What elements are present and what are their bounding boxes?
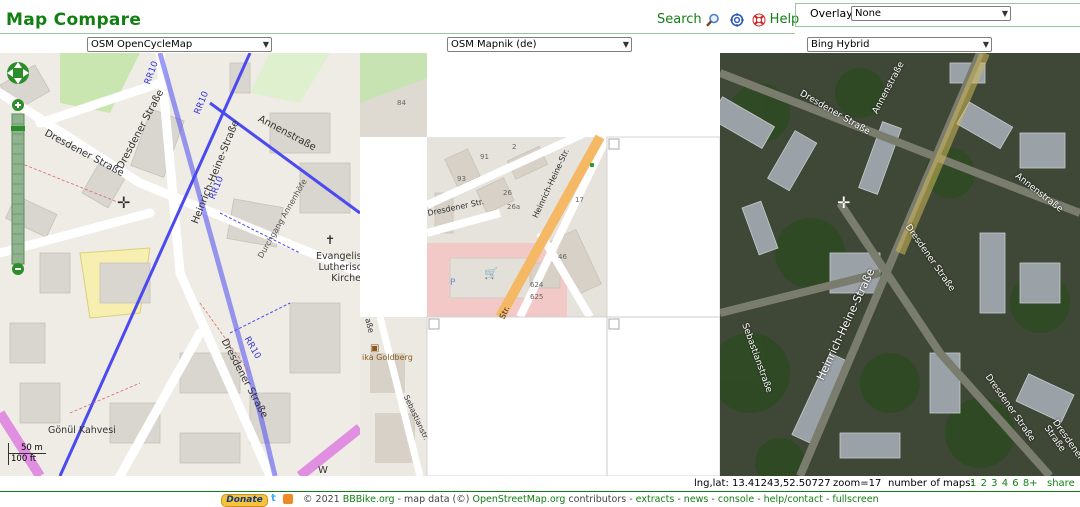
overlay-panel: Overlay: None ▼	[795, 3, 1080, 27]
target-icon[interactable]	[729, 12, 744, 27]
num-maps-2[interactable]: 2	[981, 478, 987, 489]
crosshair-icon: ✛	[837, 193, 851, 212]
scale-bar: 50 m 100 ft	[8, 443, 48, 465]
num-maps-8plus[interactable]: 8+	[1023, 478, 1038, 489]
chevron-down-icon: ▼	[622, 40, 629, 49]
osm-link[interactable]: OpenStreetMap.org	[473, 494, 566, 505]
fullscreen-link[interactable]: fullscreen	[832, 494, 878, 505]
house-number: 26	[503, 189, 512, 197]
num-maps-options: 1 2 3 4 6 8+	[970, 478, 1038, 489]
search-icon[interactable]	[705, 13, 720, 27]
house-number: 625	[530, 293, 544, 301]
header: Map Compare Search Help Overlay: None ▼	[0, 0, 1080, 34]
status-bar: lng,lat: 13.41243,52.50727 zoom=17 numbe…	[0, 478, 1080, 492]
scale-feet: 100 ft	[11, 454, 37, 464]
poi-label: ika Goldberg	[362, 353, 413, 362]
footer: Donate t © 2021 BBBike.org - map data (©…	[0, 493, 1080, 507]
church-line: Lutherische	[318, 262, 360, 273]
chevron-down-icon: ▼	[1001, 9, 1008, 18]
header-links: Search Help	[657, 12, 799, 27]
map3-select-value: Bing Hybrid	[811, 39, 870, 50]
house-number: 17	[575, 196, 584, 204]
scale-meters: 50 m	[21, 443, 43, 453]
map-opencyclemap[interactable]: Dresdener Straße Dresdener Straße Heinri…	[0, 53, 360, 476]
house-number: 91	[480, 153, 489, 161]
house-number: 624	[530, 281, 544, 289]
map2-select-value: OSM Mapnik (de)	[451, 39, 537, 50]
zoom-level: zoom=17	[833, 478, 882, 489]
num-maps-4[interactable]: 4	[1002, 478, 1008, 489]
num-maps-1[interactable]: 1	[970, 478, 976, 489]
crosshair-icon: ✛	[117, 193, 131, 212]
coords-value: 13.41243,52.50727	[732, 478, 831, 489]
header-divider	[0, 33, 795, 34]
help-contact-link[interactable]: help/contact	[764, 494, 823, 505]
help-lifebuoy-icon[interactable]	[752, 13, 766, 27]
bbbike-link[interactable]: BBBike.org	[343, 494, 395, 505]
shop-icon: 🛒	[484, 267, 498, 280]
app-title: Map Compare	[6, 10, 142, 30]
map1-select[interactable]: OSM OpenCycleMap ▼	[87, 37, 272, 52]
contributors-text: contributors -	[565, 494, 636, 505]
footer-divider	[0, 491, 1080, 492]
zoom-control[interactable]	[6, 59, 30, 275]
copyright: © 2021	[303, 494, 340, 505]
extracts-link[interactable]: extracts	[636, 494, 675, 505]
map-mapnik-de[interactable]: Dresdener Str. Heinrich-Heine-Str. Str. …	[360, 53, 720, 476]
num-maps-6[interactable]: 6	[1012, 478, 1018, 489]
overlay-label: Overlay:	[810, 7, 856, 20]
rss-icon[interactable]	[283, 494, 293, 504]
poi-label: Gönül Kahvesi	[48, 425, 116, 436]
twitter-icon[interactable]: t	[271, 493, 276, 504]
overlay-select[interactable]: None ▼	[851, 6, 1011, 21]
house-number: 84	[397, 99, 406, 107]
church-icon: ✝	[325, 233, 336, 247]
map-marker-label: W	[318, 465, 328, 476]
map2-select[interactable]: OSM Mapnik (de) ▼	[447, 37, 632, 52]
chevron-down-icon: ▼	[262, 40, 269, 49]
house-number: 46	[558, 253, 567, 261]
search-link[interactable]: Search	[657, 12, 702, 27]
church-line: Evangelisch-	[316, 251, 360, 262]
donate-button[interactable]: Donate	[221, 494, 268, 507]
pub-icon: ▣	[370, 343, 380, 354]
parking-label: P	[450, 278, 456, 288]
house-number: 93	[457, 175, 466, 183]
church-label: Evangelisch- Lutherische Kirche	[316, 251, 360, 284]
chevron-down-icon: ▼	[982, 40, 989, 49]
console-link[interactable]: console	[718, 494, 754, 505]
map1-select-value: OSM OpenCycleMap	[91, 39, 193, 50]
footer-text: © 2021 BBBike.org - map data (©) OpenStr…	[303, 494, 879, 505]
num-maps-3[interactable]: 3	[991, 478, 997, 489]
church-line: Kirche	[331, 273, 360, 284]
news-link[interactable]: news	[684, 494, 709, 505]
num-maps-label: number of maps:	[888, 478, 974, 489]
map-data-text: - map data (©)	[394, 494, 470, 505]
map3-select[interactable]: Bing Hybrid ▼	[807, 37, 992, 52]
share-link[interactable]: share	[1047, 478, 1075, 489]
coords-label: lng,lat:	[694, 478, 729, 489]
house-number: 2	[512, 143, 517, 151]
map-bing-hybrid[interactable]: Annenstraße Annenstraße Dresdener Straße…	[720, 53, 1080, 476]
overlay-select-value: None	[855, 8, 882, 19]
house-number: 26a	[507, 203, 521, 211]
